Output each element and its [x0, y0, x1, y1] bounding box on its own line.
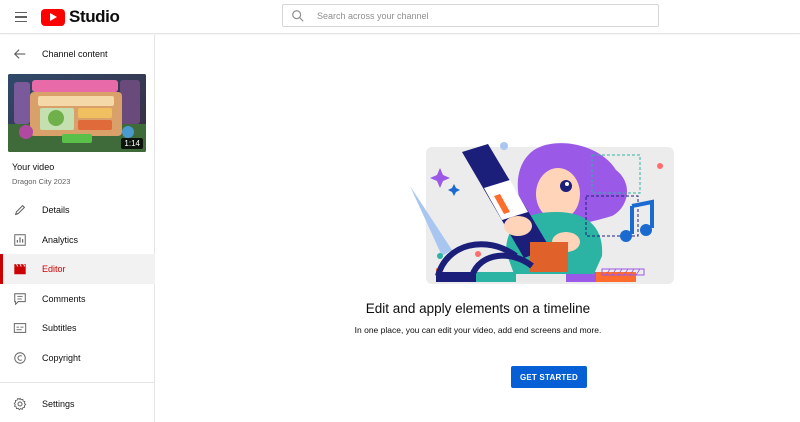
sidebar-item-label: Editor [42, 264, 66, 274]
search-input[interactable] [317, 10, 617, 21]
comment-icon [14, 292, 26, 305]
sidebar-item-copyright[interactable]: Copyright [0, 343, 155, 373]
editor-main: Edit and apply elements on a timeline In… [156, 35, 800, 422]
sidebar-item-label: Copyright [42, 352, 81, 363]
sidebar-item-details[interactable]: Details [0, 195, 155, 225]
page-description: In one place, you can edit your video, a… [354, 325, 602, 335]
get-started-button[interactable]: GET STARTED [511, 366, 587, 388]
film-clapper-icon [14, 263, 26, 275]
back-label: Channel content [42, 49, 108, 59]
top-app-bar: Studio [0, 0, 800, 34]
settings-label: Settings [42, 399, 75, 409]
youtube-studio-logo[interactable]: Studio [41, 7, 120, 27]
copyright-icon [14, 351, 26, 364]
sidebar-item-subtitles[interactable]: Subtitles [0, 313, 155, 343]
sidebar-item-label: Subtitles [42, 323, 77, 333]
video-duration: 1:14 [121, 138, 143, 149]
sidebar-item-editor[interactable]: Editor [0, 254, 155, 284]
video-thumbnail[interactable]: 1:14 [8, 74, 146, 152]
back-to-channel-content[interactable]: Channel content [0, 44, 155, 64]
logo-text: Studio [69, 7, 120, 26]
bar-chart-icon [14, 233, 26, 246]
arrow-back-icon [13, 49, 26, 59]
gear-icon [13, 397, 27, 411]
search-icon [292, 9, 304, 22]
sidebar-item-label: Analytics [42, 234, 79, 245]
search-box[interactable] [282, 4, 659, 27]
pencil-icon [14, 204, 26, 216]
sidebar-item-analytics[interactable]: Analytics [0, 225, 155, 255]
editor-illustration [410, 142, 674, 284]
sidebar-item-label: Details [42, 205, 70, 215]
sidebar-nav: Details Analytics Editor Comments Subtit… [0, 195, 155, 372]
youtube-play-logo-icon [41, 8, 65, 26]
your-video-label: Your video [12, 162, 55, 172]
sidebar-divider [0, 382, 155, 383]
sidebar: Channel content 1:14 Your video Dragon C… [0, 35, 155, 422]
video-name: Dragon City 2023 [12, 177, 71, 186]
hamburger-menu-icon[interactable] [10, 6, 32, 28]
page-headline: Edit and apply elements on a timeline [365, 301, 591, 316]
subtitles-icon [13, 323, 27, 333]
sidebar-item-settings[interactable]: Settings [0, 389, 155, 418]
sidebar-item-label: Comments [42, 293, 86, 304]
sidebar-item-comments[interactable]: Comments [0, 284, 155, 314]
